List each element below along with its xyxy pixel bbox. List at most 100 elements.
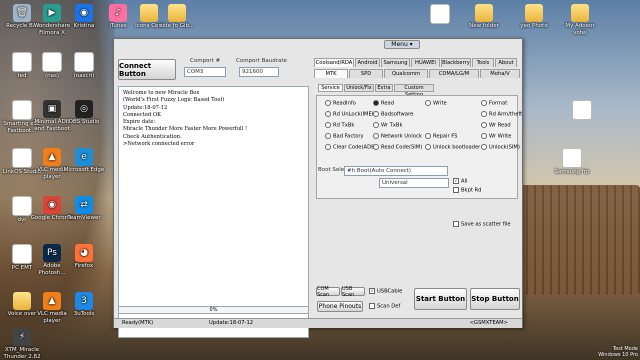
option-label: Wr Write [489, 133, 512, 140]
option-radio[interactable]: Rd TxBk [325, 122, 354, 130]
desktop-right-icon-5[interactable] [560, 100, 604, 121]
radio-dot[interactable] [481, 100, 487, 106]
option-radio[interactable]: Read [373, 100, 394, 108]
radio-dot[interactable] [325, 144, 331, 150]
desktop-icon-17[interactable]: ⇄ TeamViewer [62, 196, 106, 222]
tab-brand-2[interactable]: Samsung [381, 58, 410, 67]
log-line: Connected OK [123, 111, 162, 118]
all-checkbox[interactable]: ✓ All [453, 178, 467, 186]
desktop-right-icon-6[interactable]: Samsung frp [550, 148, 594, 176]
stop-button[interactable]: Stop Button [470, 288, 520, 310]
option-label: Wr TxBk [381, 122, 403, 129]
log-output: Welcome to new Miracle Box (World's First… [118, 86, 309, 338]
option-radio[interactable]: Repair FS [425, 133, 457, 141]
option-radio[interactable]: Wr Write [481, 133, 511, 141]
tab-brand-4[interactable]: Blackberry [441, 58, 471, 67]
desktop-right-icon-1-label: New folder [469, 23, 499, 29]
radio-dot[interactable] [325, 133, 331, 139]
tab-brand-5[interactable]: Tools [472, 58, 494, 67]
tab-chip-3[interactable]: CDMA/LG/M [429, 69, 479, 78]
option-radio[interactable]: Format [481, 100, 507, 108]
usb-cable-checkbox[interactable]: ✓ USBCable [369, 288, 402, 296]
log-line: Check Authentication. [123, 133, 182, 140]
desktop-icon-19-icon: Ps [43, 244, 61, 262]
bkpt-checkbox[interactable]: Bkpt Rd [453, 187, 481, 195]
tab-brand-1[interactable]: Android [355, 58, 380, 67]
option-radio[interactable]: Unlock bootloader [425, 144, 480, 152]
desktop-right-icon-6-label: Samsung frp [554, 169, 590, 175]
desktop-icon-14[interactable]: e Microsoft Edge [62, 148, 106, 174]
usb-scan-button[interactable]: USB Scan [341, 286, 365, 298]
tab-brand-0[interactable]: Coolsand/RDA [314, 58, 354, 67]
desktop-icon-8[interactable]: (nascri) [62, 52, 106, 80]
radio-dot[interactable] [325, 100, 331, 106]
subtab-1[interactable]: Unlock/Fix [344, 84, 374, 92]
radio-dot[interactable] [373, 122, 379, 128]
comport-select[interactable]: COM3 [184, 67, 226, 77]
desktop-icon-20[interactable]: ◕ Firefox [62, 244, 106, 270]
option-label: Clear Code(ADB) [333, 144, 377, 151]
desktop-icon-5[interactable]: side fo Gib... [155, 4, 199, 30]
radio-dot[interactable] [481, 133, 487, 139]
desktop-right-icon-0[interactable] [418, 4, 462, 25]
option-radio[interactable]: Badsoftware [373, 111, 413, 119]
tab-chip-0[interactable]: MTK [314, 69, 348, 78]
desktop-icon-12-icon [12, 148, 32, 168]
option-radio[interactable]: Network Unlock [373, 133, 422, 141]
tab-brand-3[interactable]: HUAWEI [411, 58, 440, 67]
subtab-2[interactable]: Extra [375, 84, 393, 92]
log-line: Update:18-07-12 [123, 104, 168, 111]
radio-dot[interactable] [373, 133, 379, 139]
option-radio[interactable]: Rd UnLock(IMEI) [325, 111, 375, 119]
option-label: Wr Read [489, 122, 511, 129]
radio-dot[interactable] [373, 144, 379, 150]
desktop-icon-8-icon [74, 52, 94, 72]
subtab-0[interactable]: Service [318, 84, 343, 92]
connect-button[interactable]: Connect Button [118, 59, 176, 80]
phone-pinouts-button[interactable]: Phone Pinouts [317, 301, 363, 312]
comport-label: Comport # [190, 58, 221, 64]
radio-dot[interactable] [481, 144, 487, 150]
option-radio[interactable]: Write [425, 100, 447, 108]
status-ready: Ready(MTK) [122, 320, 154, 326]
universal-select[interactable]: Universal [379, 178, 449, 188]
tab-chip-4[interactable]: Moha/V [480, 69, 520, 78]
tab-brand-6[interactable]: About [495, 58, 517, 67]
option-radio[interactable]: Clear Code(ADB) [325, 144, 377, 152]
option-radio[interactable]: Bad Factory [325, 133, 364, 141]
desktop-icon-1-icon: ▶ [43, 4, 61, 22]
desktop-right-icon-2[interactable]: yeo Photo [512, 4, 556, 30]
scan-def-checkbox[interactable]: Scan Def [369, 303, 400, 311]
com-scan-button[interactable]: COM Scan [316, 286, 340, 298]
boot-select[interactable]: #h Boot(Auto Connect) [344, 166, 448, 176]
radio-dot[interactable] [481, 122, 487, 128]
menu-button[interactable]: Menu ▾ [384, 40, 420, 49]
option-radio[interactable]: Read Code(SIM) [373, 144, 422, 152]
option-radio[interactable]: Wr Read [481, 122, 511, 130]
option-radio[interactable]: ReadInfo [325, 100, 356, 108]
progress-bar: 0% [118, 306, 309, 314]
radio-dot[interactable] [325, 122, 331, 128]
option-radio[interactable]: Rd Arm/theft [481, 111, 522, 119]
baud-select[interactable]: 921600 [239, 67, 279, 77]
desktop-icon-24[interactable]: ⚡ XTM_Miracle Thunder 2.82 [0, 328, 44, 360]
radio-dot[interactable] [373, 100, 379, 106]
radio-dot[interactable] [481, 111, 487, 117]
radio-dot[interactable] [425, 133, 431, 139]
start-button[interactable]: Start Button [414, 288, 467, 310]
desktop-icon-11[interactable]: ◎ OBS Studio [62, 100, 106, 126]
scatter-checkbox[interactable]: Save as scatter file [453, 221, 511, 229]
radio-dot[interactable] [325, 111, 331, 117]
desktop-right-icon-1[interactable]: New folder [462, 4, 506, 30]
subtab-3[interactable]: Custom Setting [394, 84, 434, 98]
radio-dot[interactable] [425, 144, 431, 150]
option-radio[interactable]: Unlock(SIM) [481, 144, 520, 152]
option-label: Bad Factory [333, 133, 364, 140]
tab-chip-1[interactable]: SPD [349, 69, 383, 78]
tab-chip-2[interactable]: Qualcomm [384, 69, 428, 78]
desktop-right-icon-3[interactable]: My Adoeor votei [558, 4, 602, 36]
desktop-icon-23[interactable]: 3 3uTools [62, 292, 106, 318]
radio-dot[interactable] [373, 111, 379, 117]
option-radio[interactable]: Wr TxBk [373, 122, 402, 130]
radio-dot[interactable] [425, 100, 431, 106]
